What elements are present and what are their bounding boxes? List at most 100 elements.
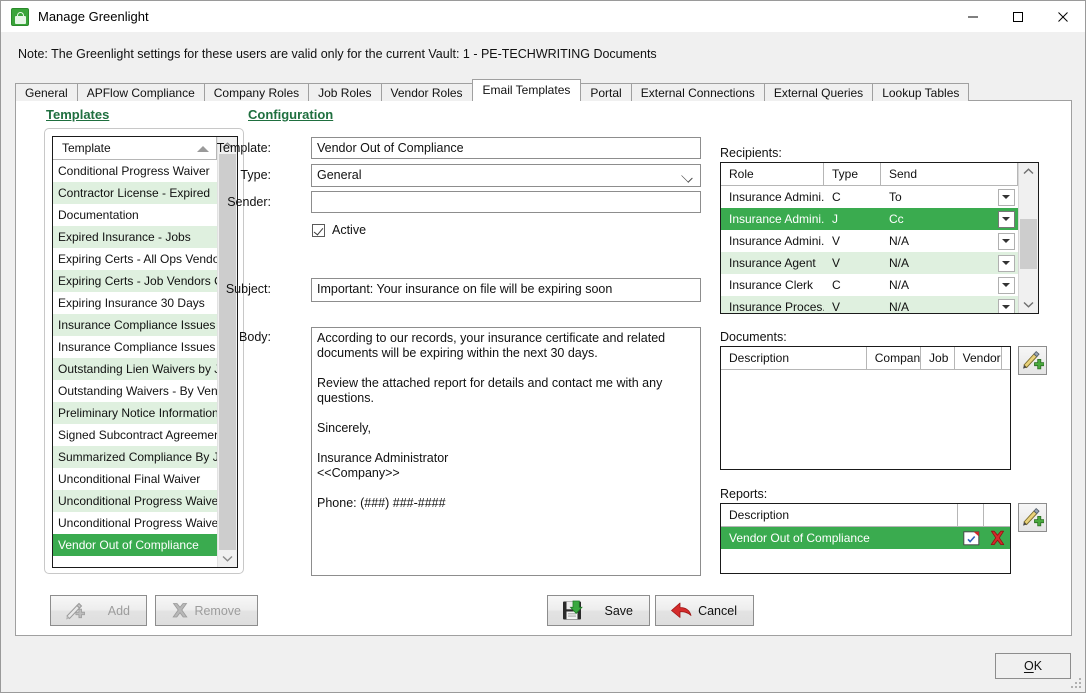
documents-add-button[interactable] <box>1018 346 1047 375</box>
template-list-item[interactable]: Expiring Certs - Job Vendors Only <box>53 270 217 292</box>
dropdown-arrow-icon[interactable] <box>997 188 1015 206</box>
sender-input[interactable] <box>311 191 701 213</box>
configuration-heading: Configuration <box>248 107 334 122</box>
cancel-button-label: Cancel <box>698 603 737 618</box>
recipients-col-type[interactable]: Type <box>824 163 881 185</box>
reports-col-delete <box>984 504 1010 526</box>
recipients-col-send[interactable]: Send <box>881 163 1018 185</box>
recipient-dropdown-cell[interactable] <box>994 274 1018 296</box>
recipients-grid[interactable]: Role Type Send Insurance Admini... C To Ins… <box>720 162 1039 314</box>
template-name-input[interactable]: Vendor Out of Compliance <box>311 137 701 159</box>
templates-column-header[interactable]: Template <box>53 137 217 160</box>
add-button-label: Add <box>107 603 130 618</box>
recipient-row[interactable]: Insurance Proces... V N/A <box>721 296 1018 313</box>
template-list-item[interactable]: Documentation <box>53 204 217 226</box>
dropdown-arrow-icon[interactable] <box>997 276 1015 294</box>
maximize-icon[interactable] <box>995 1 1040 32</box>
recipient-dropdown-cell[interactable] <box>994 252 1018 274</box>
resize-grip[interactable] <box>1070 677 1082 689</box>
tab-lookup-tables[interactable]: Lookup Tables <box>872 83 970 101</box>
reports-row-container: Vendor Out of Compliance <box>721 527 1010 571</box>
dropdown-arrow-icon[interactable] <box>997 210 1015 228</box>
scroll-down-icon[interactable] <box>1019 296 1038 313</box>
template-field-label: Template: <box>216 141 271 155</box>
tab-apflow-compliance[interactable]: APFlow Compliance <box>76 83 205 101</box>
minimize-icon[interactable] <box>950 1 995 32</box>
recipients-scrollbar[interactable] <box>1018 163 1038 313</box>
active-checkbox[interactable] <box>312 224 325 237</box>
recipients-scroll-thumb[interactable] <box>1020 219 1037 269</box>
remove-button-label: Remove <box>194 603 241 618</box>
template-list-item[interactable]: Outstanding Waivers - By Vend... <box>53 380 217 402</box>
dropdown-arrow-icon[interactable] <box>997 298 1015 313</box>
pen-plus-icon <box>1022 349 1044 373</box>
templates-scroll-thumb[interactable] <box>219 154 236 550</box>
subject-input[interactable]: Important: Your insurance on file will b… <box>311 278 701 302</box>
edit-report-icon[interactable] <box>958 527 984 549</box>
remove-button[interactable]: Remove <box>155 595 258 626</box>
type-field-label: Type: <box>240 168 271 182</box>
template-list-item[interactable]: Unconditional Progress Waiver <box>53 490 217 512</box>
add-button[interactable]: Add <box>50 595 147 626</box>
documents-col-vendor[interactable]: Vendor <box>955 347 1002 369</box>
tab-external-queries[interactable]: External Queries <box>763 83 874 101</box>
tab-company-roles[interactable]: Company Roles <box>203 83 310 101</box>
body-textarea[interactable]: According to our records, your insurance… <box>311 327 701 576</box>
note-text: Note: The Greenlight settings for these … <box>18 47 657 61</box>
documents-col-company[interactable]: Company <box>867 347 922 369</box>
recipient-dropdown-cell[interactable] <box>994 208 1018 230</box>
template-list-item[interactable]: Unconditional Final Waiver <box>53 468 217 490</box>
documents-col-actions <box>1002 347 1010 369</box>
recipient-dropdown-cell[interactable] <box>994 186 1018 208</box>
recipient-row[interactable]: Insurance Clerk C N/A <box>721 274 1018 296</box>
reports-add-button[interactable] <box>1018 503 1047 532</box>
recipients-col-role[interactable]: Role <box>721 163 824 185</box>
recipient-role: Insurance Admini... <box>729 190 824 204</box>
documents-col-job[interactable]: Job <box>921 347 955 369</box>
documents-grid[interactable]: Description Company Job Vendor <box>720 346 1011 470</box>
scroll-up-icon[interactable] <box>1019 163 1038 180</box>
template-list-item[interactable]: Preliminary Notice Information <box>53 402 217 424</box>
template-list-item[interactable]: Contractor License - Expired <box>53 182 217 204</box>
dropdown-arrow-icon[interactable] <box>997 254 1015 272</box>
recipient-row[interactable]: Insurance Agent V N/A <box>721 252 1018 274</box>
template-list-item[interactable]: Expiring Certs - All Ops Vendor <box>53 248 217 270</box>
recipient-dropdown-cell[interactable] <box>994 230 1018 252</box>
template-list-item[interactable]: Unconditional Progress Waiver ... <box>53 512 217 534</box>
template-list-item[interactable]: Expiring Insurance 30 Days <box>53 292 217 314</box>
tab-email-templates[interactable]: Email Templates <box>471 79 582 101</box>
tab-portal[interactable]: Portal <box>580 83 632 101</box>
recipient-row[interactable]: Insurance Admini... C To <box>721 186 1018 208</box>
template-list-item[interactable]: Signed Subcontract Agreement <box>53 424 217 446</box>
recipient-row[interactable]: Insurance Admini... V N/A <box>721 230 1018 252</box>
tab-vendor-roles[interactable]: Vendor Roles <box>380 83 473 101</box>
recipients-grid-body: Role Type Send Insurance Admini... C To Ins… <box>721 163 1018 313</box>
dropdown-arrow-icon[interactable] <box>997 232 1015 250</box>
reports-col-description[interactable]: Description <box>721 504 958 526</box>
template-list-item[interactable]: Outstanding Lien Waivers by Job <box>53 358 217 380</box>
red-x-delete-icon[interactable] <box>984 527 1010 549</box>
recipient-role: Insurance Admini... <box>729 234 824 248</box>
template-list-item[interactable]: Summarized Compliance By Job <box>53 446 217 468</box>
tab-job-roles[interactable]: Job Roles <box>308 83 382 101</box>
recipient-send: N/A <box>889 300 910 313</box>
save-button[interactable]: Save <box>547 595 650 626</box>
documents-col-description[interactable]: Description <box>721 347 867 369</box>
scroll-down-icon[interactable] <box>218 550 237 567</box>
cancel-button[interactable]: Cancel <box>655 595 754 626</box>
reports-grid[interactable]: Description Vendor Out of Compliance <box>720 503 1011 574</box>
recipient-dropdown-cell[interactable] <box>994 296 1018 313</box>
template-list-item[interactable]: Insurance Compliance Issues - ... <box>53 314 217 336</box>
template-list-item[interactable]: Conditional Progress Waiver <box>53 160 217 182</box>
ok-button[interactable]: OK <box>995 653 1071 679</box>
tab-external-connections[interactable]: External Connections <box>630 83 765 101</box>
pen-plus-icon <box>1022 506 1044 530</box>
tab-general[interactable]: General <box>15 83 78 101</box>
close-icon[interactable] <box>1040 1 1085 32</box>
report-row[interactable]: Vendor Out of Compliance <box>721 527 1010 549</box>
template-list-item[interactable]: Expired Insurance - Jobs <box>53 226 217 248</box>
template-list-item[interactable]: Insurance Compliance Issues - ... <box>53 336 217 358</box>
template-list-item[interactable]: Vendor Out of Compliance <box>53 534 217 556</box>
recipient-row[interactable]: Insurance Admini... J Cc <box>721 208 1018 230</box>
type-select[interactable]: General <box>311 164 701 187</box>
